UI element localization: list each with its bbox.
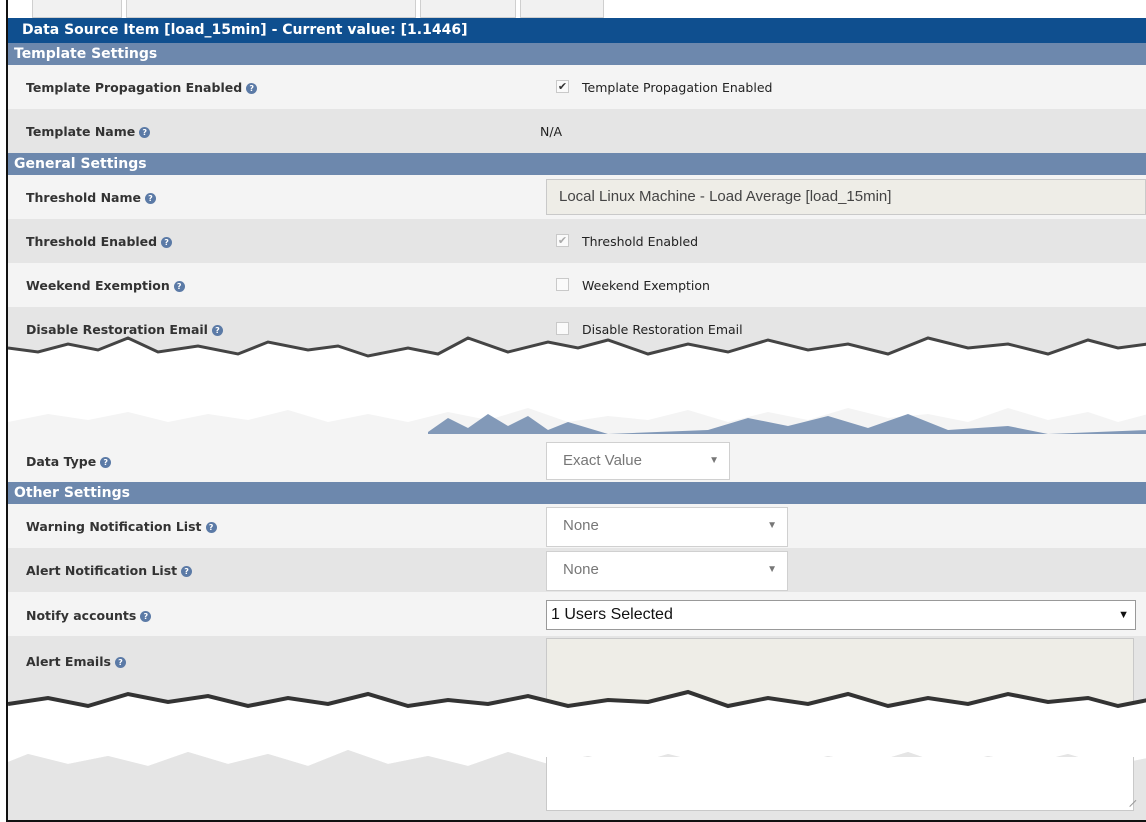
notify-accounts-value: 1 Users Selected <box>551 606 673 623</box>
row-data-type: Data Type? Exact Value ▼ <box>8 442 1146 482</box>
chevron-down-icon: ▼ <box>1118 609 1129 621</box>
help-icon[interactable]: ? <box>246 83 258 94</box>
threshold-edit-panel: Data Source Item [load_15min] - Current … <box>6 0 1146 822</box>
chevron-down-icon: ▼ <box>767 520 777 531</box>
weekend-exemption-checkbox[interactable] <box>556 278 569 291</box>
row-template-name: Template Name? N/A <box>8 109 1146 153</box>
help-icon[interactable]: ? <box>173 281 185 292</box>
row-threshold-enabled: Threshold Enabled? ✔ Threshold Enabled <box>8 219 1146 263</box>
section-template-settings: Template Settings <box>8 43 1146 65</box>
alert-emails-textarea-bottom[interactable] <box>546 757 1137 811</box>
notify-accounts-label: Notify accounts? <box>26 608 152 623</box>
row-threshold-name: Threshold Name? Local Linux Machine - Lo… <box>8 175 1146 219</box>
threshold-name-label-text: Threshold Name <box>26 190 141 205</box>
weekend-exemption-label-text: Weekend Exemption <box>26 278 170 293</box>
help-icon[interactable]: ? <box>100 457 112 468</box>
row-weekend-exemption: Weekend Exemption? Weekend Exemption <box>8 263 1146 307</box>
row-warning-notification: Warning Notification List? None ▼ <box>8 504 1146 548</box>
checkmark-icon: ✔ <box>557 234 568 247</box>
alert-notification-select[interactable]: None ▼ <box>546 551 788 591</box>
tab-4[interactable] <box>520 0 604 18</box>
help-icon[interactable]: ? <box>205 522 217 533</box>
section-other-settings: Other Settings <box>8 482 1146 504</box>
warning-notification-label: Warning Notification List? <box>26 519 217 534</box>
section-general-settings: General Settings <box>8 153 1146 175</box>
help-icon[interactable]: ? <box>161 237 173 248</box>
alert-notification-value: None <box>563 561 599 578</box>
template-propagation-checkbox-label[interactable]: Template Propagation Enabled <box>582 80 772 95</box>
warning-notification-value: None <box>563 517 599 534</box>
threshold-name-label: Threshold Name? <box>26 190 156 205</box>
template-name-label: Template Name? <box>26 124 151 139</box>
notify-accounts-multiselect[interactable]: 1 Users Selected ▼ <box>546 600 1136 630</box>
threshold-enabled-checkbox-label[interactable]: Threshold Enabled <box>582 234 698 249</box>
row-template-propagation: Template Propagation Enabled? ✔ Template… <box>8 65 1146 109</box>
template-propagation-label-text: Template Propagation Enabled <box>26 80 243 95</box>
chevron-down-icon: ▼ <box>709 455 719 466</box>
alert-emails-label: Alert Emails? <box>26 654 126 669</box>
data-type-label: Data Type? <box>26 454 112 469</box>
data-type-label-text: Data Type <box>26 454 97 469</box>
tab-1[interactable] <box>32 0 122 18</box>
tab-2[interactable] <box>126 0 416 18</box>
help-icon[interactable]: ? <box>140 611 152 622</box>
torn-edge-top <box>8 336 1146 442</box>
tab-strip <box>8 0 1146 18</box>
template-name-label-text: Template Name <box>26 124 136 139</box>
help-icon[interactable]: ? <box>144 193 156 204</box>
alert-notification-label-text: Alert Notification List <box>26 563 178 578</box>
warning-notification-label-text: Warning Notification List <box>26 519 202 534</box>
threshold-name-field[interactable]: Local Linux Machine - Load Average [load… <box>546 179 1146 215</box>
help-icon[interactable]: ? <box>114 657 126 668</box>
threshold-enabled-label: Threshold Enabled? <box>26 234 173 249</box>
template-propagation-label: Template Propagation Enabled? <box>26 80 258 95</box>
weekend-exemption-checkbox-label[interactable]: Weekend Exemption <box>582 278 710 293</box>
tab-3[interactable] <box>420 0 516 18</box>
template-propagation-checkbox[interactable]: ✔ <box>556 80 569 93</box>
help-icon[interactable]: ? <box>139 127 151 138</box>
data-type-select[interactable]: Exact Value ▼ <box>546 442 730 480</box>
checkmark-icon: ✔ <box>557 80 568 93</box>
notify-accounts-label-text: Notify accounts <box>26 608 137 623</box>
threshold-enabled-checkbox[interactable]: ✔ <box>556 234 569 247</box>
page-title: Data Source Item [load_15min] - Current … <box>8 18 1146 43</box>
alert-emails-label-text: Alert Emails <box>26 654 111 669</box>
template-name-value: N/A <box>540 124 563 139</box>
row-notify-accounts: Notify accounts? 1 Users Selected ▼ <box>8 592 1146 636</box>
row-alert-notification: Alert Notification List? None ▼ <box>8 548 1146 592</box>
weekend-exemption-label: Weekend Exemption? <box>26 278 185 293</box>
alert-notification-label: Alert Notification List? <box>26 563 193 578</box>
threshold-enabled-label-text: Threshold Enabled <box>26 234 158 249</box>
warning-notification-select[interactable]: None ▼ <box>546 507 788 547</box>
chevron-down-icon: ▼ <box>767 564 777 575</box>
help-icon[interactable]: ? <box>181 566 193 577</box>
data-type-value: Exact Value <box>563 452 642 469</box>
